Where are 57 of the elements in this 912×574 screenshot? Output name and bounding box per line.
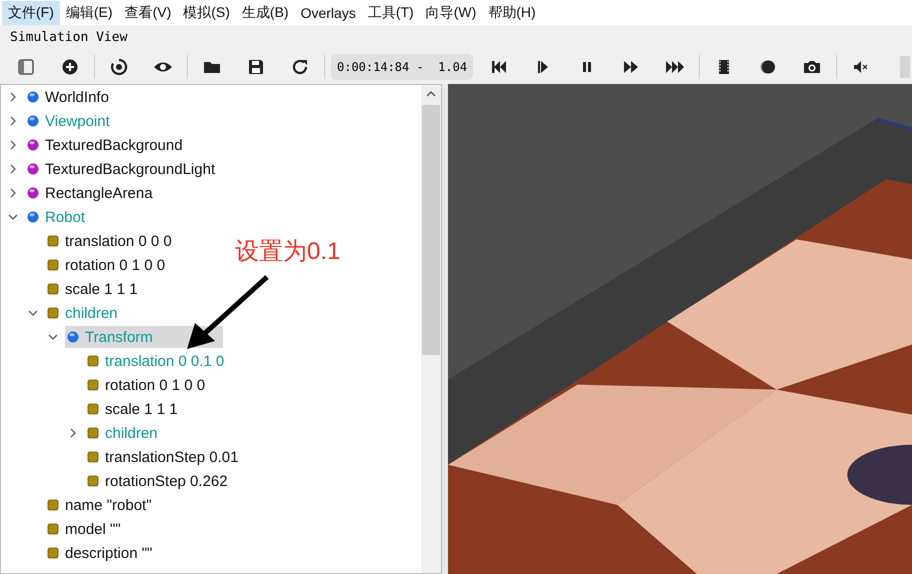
sidebar-icon [16, 57, 36, 77]
tree-item[interactable]: Viewpoint [25, 110, 180, 132]
field-icon [87, 403, 99, 415]
panel-title: Simulation View [10, 30, 128, 45]
menu-item[interactable]: 模拟(S) [177, 0, 236, 24]
field-icon [47, 547, 59, 559]
sphere-icon [27, 139, 39, 151]
menu-item[interactable]: 编辑(E) [60, 0, 119, 24]
annotation-text: 设置为0.1 [235, 237, 340, 267]
menu-item[interactable]: 文件(F) [2, 0, 60, 24]
sphere-icon [27, 163, 39, 175]
sphere-icon [67, 331, 79, 343]
tree-item[interactable]: scale 1 1 1 [85, 398, 248, 420]
field-icon [47, 283, 59, 295]
sphere-icon [27, 115, 39, 127]
tree-item[interactable]: TexturedBackground [25, 134, 253, 156]
field-icon [47, 235, 59, 247]
sphere-icon [27, 211, 39, 223]
field-icon [47, 499, 59, 511]
tree-item[interactable]: children [45, 302, 188, 324]
tree-item[interactable]: TexturedBackgroundLight [25, 158, 286, 180]
tree-item[interactable]: rotationStep 0.262 [85, 470, 298, 492]
tree-item[interactable]: model "" [45, 518, 191, 540]
field-icon [87, 475, 99, 487]
field-icon [87, 451, 99, 463]
tree-item[interactable]: description "" [45, 542, 222, 564]
circular-arrow-icon [109, 57, 129, 77]
sphere-icon [27, 187, 39, 199]
tree-item[interactable]: Robot [25, 206, 156, 228]
field-icon [87, 379, 99, 391]
scrollbar[interactable] [421, 85, 441, 573]
field-icon [87, 427, 99, 439]
field-icon [47, 523, 59, 535]
menu-item[interactable]: 向导(W) [420, 0, 482, 24]
tree-item[interactable]: rotation 0 1 0 0 [85, 374, 276, 396]
tree-item[interactable]: scale 1 1 1 [45, 278, 208, 300]
plus-icon [60, 57, 80, 77]
tree-item[interactable]: translationStep 0.01 [85, 446, 308, 468]
menu-item[interactable]: 生成(B) [236, 0, 295, 24]
reload-icon [290, 57, 310, 77]
tree-item[interactable]: rotation 0 1 0 0 [45, 254, 236, 276]
tree-item[interactable]: WorldInfo [25, 86, 179, 108]
field-icon [47, 307, 59, 319]
tree-item[interactable]: name "robot" [45, 494, 222, 516]
menu-item[interactable]: Overlays [294, 2, 362, 24]
sphere-icon [27, 91, 39, 103]
tree-item[interactable]: translation 0 0.1 0 [85, 350, 294, 372]
menu-item[interactable]: 查看(V) [118, 0, 178, 24]
simulation-time-display: 0:00:14:84 - 1.04 [331, 54, 474, 80]
field-icon [47, 259, 59, 271]
field-icon [87, 355, 99, 367]
save-icon [246, 57, 266, 77]
menu-item[interactable]: 工具(T) [362, 0, 420, 24]
menu-item[interactable]: 帮助(H) [482, 0, 542, 24]
tree-item[interactable]: children [85, 422, 228, 444]
volume-slider-thumb[interactable] [900, 56, 910, 78]
tree-item[interactable]: RectangleArena [25, 182, 223, 204]
